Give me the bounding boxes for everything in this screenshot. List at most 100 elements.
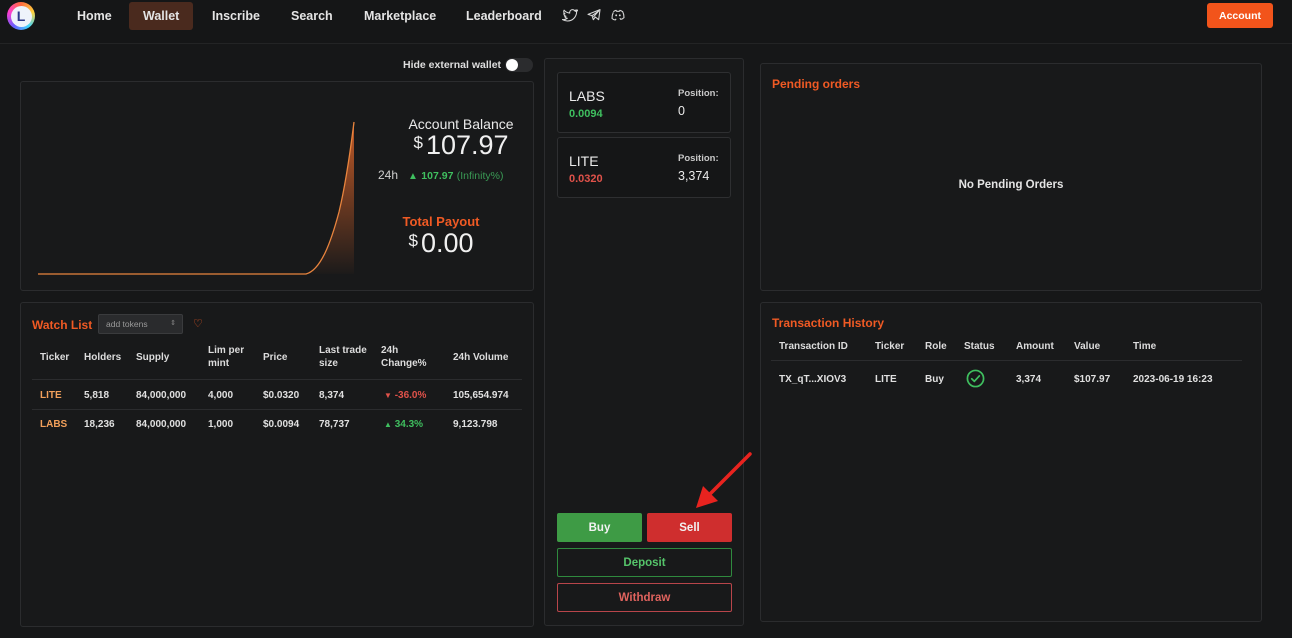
row-divider [32, 409, 522, 410]
balance-area [306, 122, 354, 274]
token-name: LABS [569, 88, 605, 104]
sell-button[interactable]: Sell [647, 513, 732, 542]
row-holders: 5,818 [84, 390, 110, 401]
payout-amount: 0.00 [420, 228, 474, 258]
col-supply: Supply [136, 352, 170, 363]
row-lim: 1,000 [208, 419, 234, 430]
col-holders: Holders [84, 352, 122, 363]
currency-symbol: $ [408, 231, 418, 250]
deposit-button[interactable]: Deposit [557, 548, 732, 577]
position-label: Position: [678, 153, 719, 164]
nav-home[interactable]: Home [63, 2, 126, 30]
no-pending-orders: No Pending Orders [958, 179, 1064, 191]
col-last-trade-size: Last trade size [319, 345, 367, 369]
row-change-value: 34.3% [394, 419, 424, 430]
nav-wallet[interactable]: Wallet [129, 2, 194, 30]
row-ticker[interactable]: LABS [40, 419, 67, 430]
toggle-knob [506, 59, 518, 71]
nav-leaderboard[interactable]: Leaderboard [452, 2, 556, 30]
tx-role: Buy [925, 374, 944, 385]
balance-chart [38, 121, 355, 275]
balance-panel: Account Balance $107.97 24h ▲ 107.97 (In… [20, 81, 534, 291]
change-percent: (Infinity%) [456, 170, 504, 182]
transaction-history-title: Transaction History [772, 316, 885, 330]
nav-marketplace[interactable]: Marketplace [350, 2, 450, 30]
row-price: $0.0094 [263, 419, 300, 430]
top-nav: L Home Wallet Inscribe Search Marketplac… [0, 0, 1292, 44]
change-period: 24h [378, 168, 399, 182]
col-24h-change: 24h Change% [381, 345, 427, 369]
header-divider [771, 360, 1242, 361]
row-supply: 84,000,000 [136, 419, 187, 430]
heart-icon[interactable]: ♡ [193, 317, 203, 330]
position-value: 0 [678, 104, 685, 118]
change-value: 107.97 [421, 170, 454, 182]
transaction-history-panel: Transaction History Transaction ID Ticke… [760, 302, 1262, 622]
row-supply: 84,000,000 [136, 390, 187, 401]
row-change: ▼ -36.0% [384, 390, 426, 401]
position-label: Position: [678, 88, 719, 99]
discord-icon[interactable] [610, 7, 626, 23]
col-price: Price [263, 352, 288, 363]
row-change: ▲ 34.3% [384, 419, 423, 430]
pending-orders-title: Pending orders [772, 77, 861, 91]
row-change-value: -36.0% [394, 390, 427, 401]
row-lim: 4,000 [208, 390, 234, 401]
row-holders: 18,236 [84, 419, 115, 430]
col-role: Role [925, 341, 947, 352]
col-status: Status [964, 341, 995, 352]
col-ticker: Ticker [40, 352, 70, 363]
total-payout-title: Total Payout [402, 214, 480, 229]
col-transaction-id: Transaction ID [779, 341, 848, 352]
col-amount: Amount [1016, 341, 1054, 352]
position-value: 3,374 [678, 169, 710, 183]
balance-line [38, 121, 355, 275]
nav-search[interactable]: Search [277, 2, 347, 30]
hide-external-wallet-label: Hide external wallet [403, 59, 502, 71]
twitter-icon[interactable] [562, 7, 578, 23]
row-price: $0.0320 [263, 390, 300, 401]
position-card-labs[interactable]: LABS 0.0094 Position: 0 [557, 72, 731, 133]
account-button[interactable]: Account [1207, 3, 1273, 28]
hide-external-wallet-toggle[interactable] [505, 58, 533, 72]
watchlist-panel: Watch List add tokens ⇕ ♡ Ticker Holders… [20, 302, 534, 627]
row-last: 78,737 [319, 419, 350, 430]
position-card-lite[interactable]: LITE 0.0320 Position: 3,374 [557, 137, 731, 198]
row-last: 8,374 [319, 390, 345, 401]
select-arrows-icon: ⇕ [170, 320, 176, 327]
annotation-arrow [696, 452, 752, 508]
tx-amount: 3,374 [1016, 374, 1042, 385]
add-tokens-select[interactable]: add tokens ⇕ [98, 314, 183, 334]
withdraw-button[interactable]: Withdraw [557, 583, 732, 612]
watchlist-title: Watch List [32, 318, 93, 332]
row-volume: 105,654.974 [453, 390, 509, 401]
app-logo[interactable]: L [7, 2, 35, 30]
arrow-up-icon: ▲ [408, 171, 418, 182]
row-volume: 9,123.798 [453, 419, 498, 430]
token-price: 0.0320 [569, 173, 603, 185]
telegram-icon[interactable] [586, 7, 602, 23]
arrow-down-icon: ▼ [384, 391, 392, 400]
trade-panel: LABS 0.0094 Position: 0 LITE 0.0320 Posi… [544, 58, 744, 626]
check-circle-icon [966, 369, 985, 388]
tx-value: $107.97 [1074, 374, 1111, 385]
token-name: LITE [569, 153, 599, 169]
tx-time: 2023-06-19 16:23 [1133, 374, 1213, 385]
balance-amount: 107.97 [425, 130, 509, 160]
token-price: 0.0094 [569, 108, 603, 120]
tx-id[interactable]: TX_qT...XIOV3 [779, 374, 846, 385]
balance-change: 24h ▲ 107.97 (Infinity%) [378, 168, 503, 182]
tx-ticker: LITE [875, 374, 897, 385]
col-value: Value [1074, 341, 1101, 352]
arrow-up-icon: ▲ [384, 420, 392, 429]
logo-letter: L [10, 5, 32, 27]
buy-button[interactable]: Buy [557, 513, 642, 542]
col-ticker: Ticker [875, 341, 905, 352]
nav-inscribe[interactable]: Inscribe [198, 2, 274, 30]
row-ticker[interactable]: LITE [40, 390, 62, 401]
col-lim-per-mint: Lim per mint [208, 345, 245, 369]
col-24h-volume: 24h Volume [453, 352, 509, 363]
account-balance-value: $107.97 [391, 130, 531, 161]
add-tokens-placeholder: add tokens [106, 319, 148, 329]
col-time: Time [1133, 341, 1157, 352]
